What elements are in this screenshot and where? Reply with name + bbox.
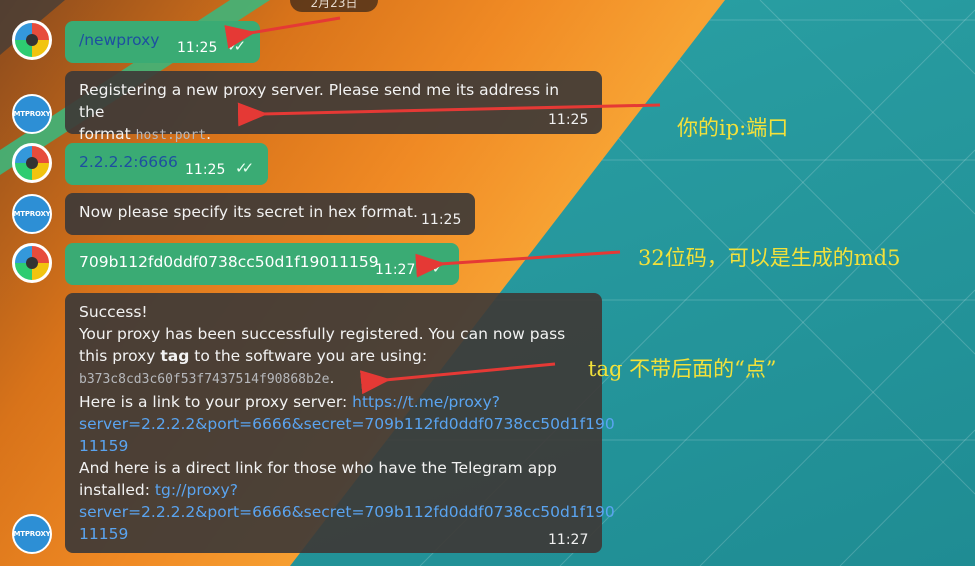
annotation-arrow [237, 102, 661, 127]
annotation-arrows [224, 16, 661, 395]
annotation-arrow [224, 16, 341, 49]
annotation-arrow [415, 250, 621, 278]
annotation-arrow [359, 362, 556, 395]
annotation-tag: tag 不带后面的“点” [588, 357, 777, 381]
annotation-secret: 32位码，可以是生成的md5 [638, 246, 901, 270]
annotation-ip-port: 你的ip:端口 [677, 116, 789, 140]
